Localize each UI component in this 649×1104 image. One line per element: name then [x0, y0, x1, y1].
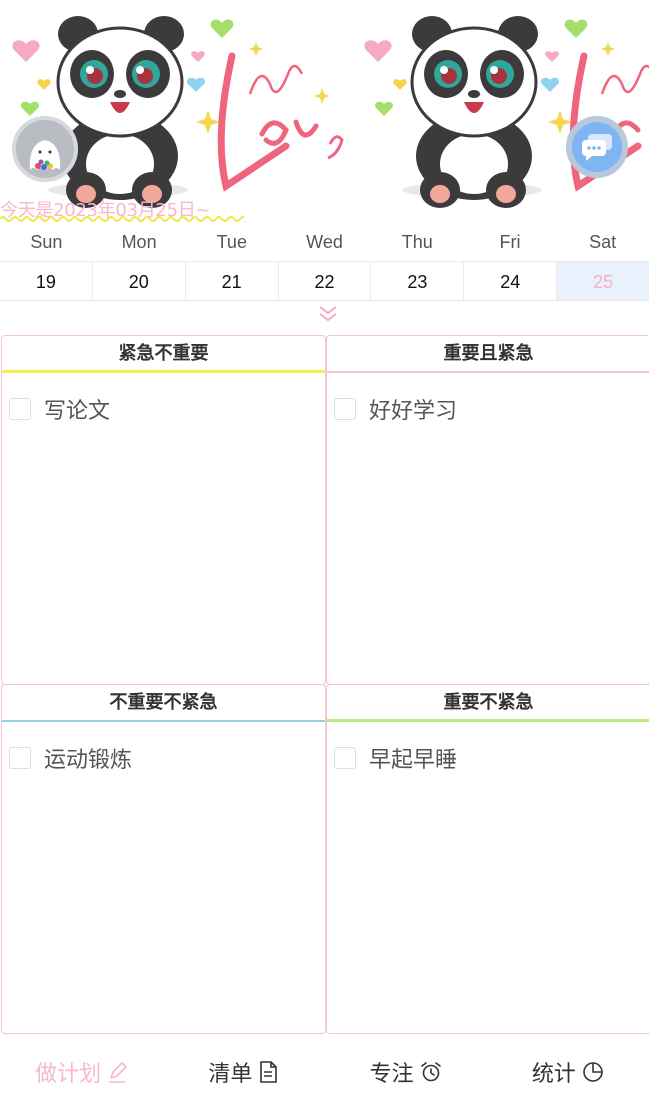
pencil-icon	[109, 1062, 127, 1083]
date-cell[interactable]: 25	[557, 262, 649, 300]
quadrant-title: 紧急不重要	[2, 336, 325, 373]
tab-stats[interactable]: 统计	[487, 1040, 649, 1104]
bottom-tab-bar: 做计划 清单 专注 统计	[0, 1040, 649, 1104]
chat-bubble-icon[interactable]	[566, 116, 628, 178]
task-text: 写论文	[44, 399, 111, 424]
task-checkbox[interactable]	[9, 398, 31, 420]
task-item[interactable]: 写论文	[2, 393, 325, 425]
date-cell[interactable]: 22	[279, 262, 372, 300]
panda-illustration	[12, 16, 344, 208]
weekday-header: Sun Mon Tue Wed Thu Fri Sat	[0, 228, 649, 258]
task-checkbox[interactable]	[334, 747, 356, 769]
weekday-label: Tue	[216, 232, 247, 252]
quadrant-not-important-not-urgent: 不重要不紧急 运动锻炼	[1, 684, 326, 1034]
date-cell[interactable]: 23	[371, 262, 465, 300]
quadrant-title: 重要不紧急	[327, 685, 649, 722]
weekday-label: Mon	[121, 232, 157, 252]
date-cell[interactable]: 19	[0, 262, 93, 300]
ghost-avatar-icon[interactable]	[12, 116, 78, 182]
weekday-label: Thu	[401, 232, 433, 252]
tab-focus-label: 专注	[369, 1062, 414, 1087]
date-cell[interactable]: 24	[464, 262, 558, 300]
document-icon	[260, 1061, 278, 1083]
header-banner: 今天是2023年03月25日~	[0, 0, 649, 225]
task-checkbox[interactable]	[334, 398, 356, 420]
alarm-clock-icon	[420, 1062, 441, 1082]
weekday-label: Sat	[589, 232, 617, 252]
tab-plan-label: 做计划	[35, 1062, 102, 1087]
double-chevron-down-icon[interactable]	[316, 304, 340, 324]
date-cell[interactable]: 20	[93, 262, 186, 300]
week-date-row: 19 20 21 22 23 24 25	[0, 261, 649, 301]
task-text: 早起早睡	[369, 748, 458, 773]
weekday-label: Wed	[306, 232, 343, 252]
task-text: 好好学习	[369, 399, 458, 424]
quadrant-title: 重要且紧急	[327, 336, 649, 373]
pie-chart-icon	[583, 1062, 603, 1082]
quadrant-important-not-urgent: 重要不紧急 早起早睡	[326, 684, 649, 1034]
date-underline-wave	[0, 216, 244, 222]
task-text: 运动锻炼	[44, 748, 133, 773]
tab-plan[interactable]: 做计划	[0, 1040, 162, 1104]
task-item[interactable]: 好好学习	[327, 393, 649, 425]
priority-matrix: 紧急不重要 写论文 重要且紧急 好好学习 不重要不紧急 运动锻炼 重要不紧急 早…	[1, 335, 649, 1035]
weekday-label: Sun	[30, 232, 63, 252]
tab-stats-label: 统计	[531, 1062, 576, 1087]
quadrant-important-urgent: 重要且紧急 好好学习	[326, 335, 649, 685]
date-cell[interactable]: 21	[186, 262, 279, 300]
panda-illustration-right	[364, 16, 649, 208]
tab-list-label: 清单	[208, 1062, 253, 1087]
task-item[interactable]: 早起早睡	[327, 742, 649, 774]
tab-focus[interactable]: 专注	[325, 1040, 487, 1104]
quadrant-title: 不重要不紧急	[2, 685, 325, 722]
task-checkbox[interactable]	[9, 747, 31, 769]
quadrant-urgent-not-important: 紧急不重要 写论文	[1, 335, 326, 685]
weekday-label: Fri	[499, 232, 521, 252]
task-item[interactable]: 运动锻炼	[2, 742, 325, 774]
tab-list[interactable]: 清单	[162, 1040, 324, 1104]
